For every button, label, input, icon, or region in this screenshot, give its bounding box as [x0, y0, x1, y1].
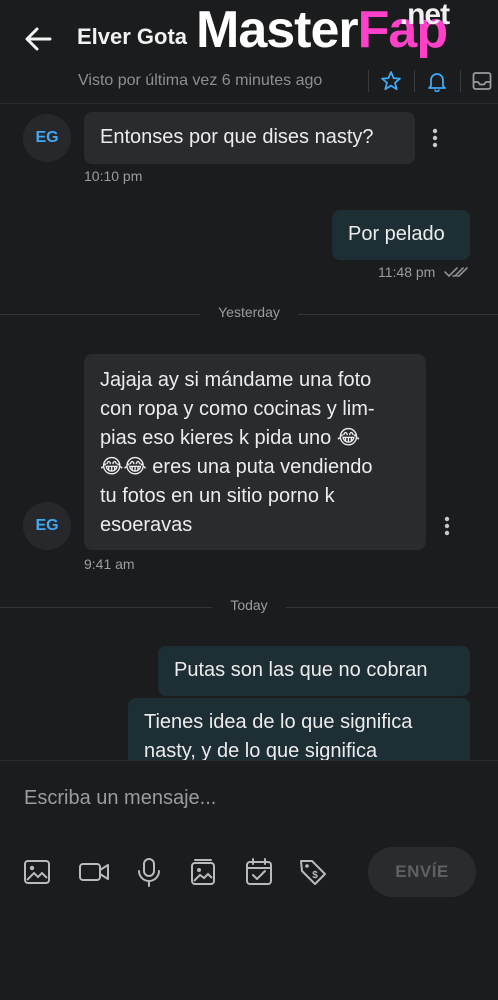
date-divider: Yesterday	[0, 304, 498, 324]
header-divider	[368, 70, 369, 92]
outgoing-message-bubble[interactable]: Por pelado	[332, 210, 470, 260]
double-check-icon	[444, 267, 468, 278]
chat-header: Elver Gota MasterFap .net Visto por últim…	[0, 0, 498, 104]
outgoing-message-bubble[interactable]: Tienes idea de lo que significa nasty, y…	[128, 698, 470, 760]
message-text: Entonses por que dises nasty?	[100, 126, 374, 148]
message-text: Putas son las que no cobran	[174, 659, 428, 681]
message-composer: Escriba un mensaje... $ ENVÍE	[0, 760, 498, 1000]
message-line: tu fotos en un sitio porno k	[100, 485, 335, 507]
message-line: pias eso kieres k pida uno 😂	[100, 427, 361, 449]
message-text: Por pelado	[348, 223, 445, 245]
gallery-icon[interactable]	[188, 857, 218, 887]
message-time: 11:48 pm	[378, 264, 436, 280]
calendar-check-icon[interactable]	[244, 857, 274, 887]
message-time: 10:10 pm	[84, 168, 143, 184]
message-line: con ropa y como cocinas y lim-	[100, 398, 375, 420]
message-line: nasty, y de lo que significa	[144, 740, 378, 760]
message-line: Jajaja ay si mándame una foto	[100, 369, 372, 391]
watermark-logo: MasterFap .net	[196, 0, 450, 59]
header-divider	[460, 70, 461, 92]
star-icon[interactable]	[380, 70, 402, 92]
back-arrow-icon[interactable]	[22, 24, 54, 54]
more-vertical-icon[interactable]	[442, 515, 452, 537]
header-divider	[414, 70, 415, 92]
message-line: esoeravas	[100, 514, 193, 536]
incoming-message-bubble[interactable]: Entonses por que dises nasty?	[84, 112, 415, 164]
message-line: 😂😂 eres una puta vendiendo	[100, 456, 373, 478]
image-icon[interactable]	[22, 857, 52, 887]
message-time: 9:41 am	[84, 556, 135, 572]
send-button[interactable]: ENVÍE	[368, 847, 476, 897]
last-seen-status: Visto por última vez 6 minutes ago	[78, 72, 323, 89]
more-vertical-icon[interactable]	[430, 127, 440, 149]
date-divider: Today	[0, 597, 498, 617]
video-icon[interactable]	[78, 857, 110, 887]
microphone-icon[interactable]	[134, 857, 164, 887]
contact-avatar[interactable]: EG	[23, 502, 71, 550]
contact-avatar[interactable]: EG	[23, 114, 71, 162]
message-line: Tienes idea de lo que significa	[144, 711, 413, 733]
outgoing-message-bubble[interactable]: Putas son las que no cobran	[158, 646, 470, 696]
incoming-message-bubble[interactable]: Jajaja ay si mándame una foto con ropa y…	[84, 354, 426, 550]
contact-name[interactable]: Elver Gota	[77, 24, 187, 50]
price-tag-icon[interactable]: $	[298, 857, 328, 887]
message-input[interactable]: Escriba un mensaje...	[24, 787, 216, 810]
svg-text:$: $	[312, 870, 318, 881]
archive-icon[interactable]	[471, 70, 493, 92]
bell-icon[interactable]	[426, 70, 448, 92]
